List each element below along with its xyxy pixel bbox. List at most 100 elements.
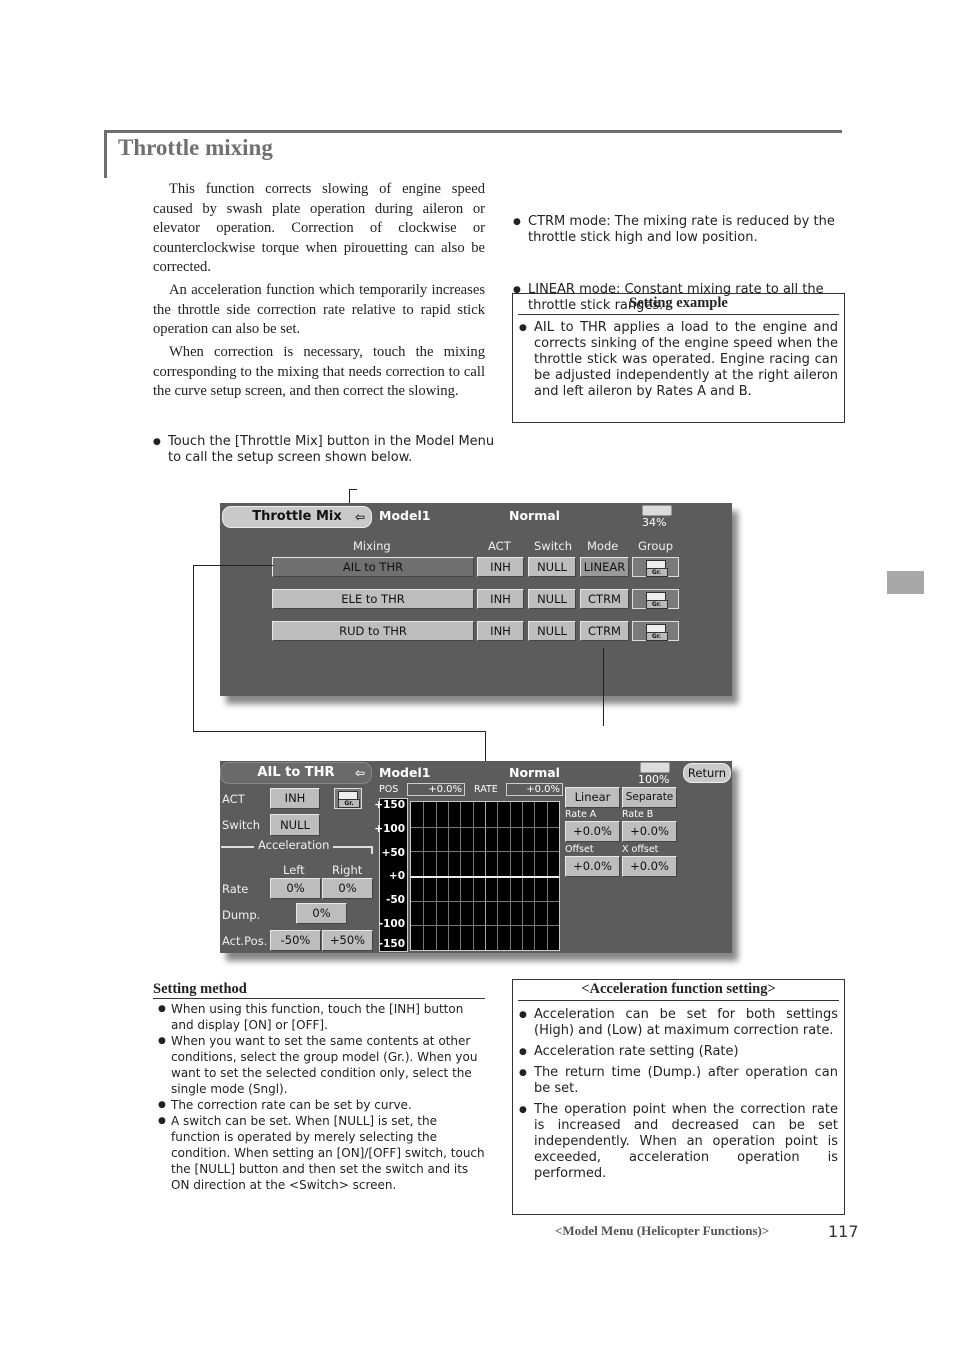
setting-method-item: When using this function, touch the [INH… — [158, 1001, 488, 1033]
right-label: Right — [332, 863, 363, 877]
mode-ctrm-text: CTRM mode: The mixing rate is reduced by… — [513, 214, 860, 246]
mode-button[interactable]: CTRM — [580, 589, 629, 609]
setting-method-item: A switch can be set. When [NULL] is set,… — [158, 1113, 488, 1193]
throttle-mix-screen: Throttle Mix ⇦ Model1 Normal 34% Mixing … — [220, 503, 732, 696]
return-button[interactable]: Return — [683, 763, 731, 783]
y-tick: +150 — [374, 799, 405, 811]
y-tick: -150 — [378, 938, 405, 950]
switch-button[interactable]: NULL — [528, 557, 576, 577]
curve-type-button[interactable]: Linear — [565, 787, 620, 808]
group-folder-icon: Gr. — [645, 624, 668, 641]
switch-button[interactable]: NULL — [528, 621, 576, 641]
actpos-label: Act.Pos. — [222, 934, 268, 948]
connector-line — [193, 565, 273, 566]
rate-header-label: RATE — [474, 784, 498, 795]
accel-setting-item: The return time (Dump.) after operation … — [519, 1065, 838, 1097]
rate-b-label: Rate B — [622, 809, 654, 820]
accel-setting-item: Acceleration can be set for both setting… — [519, 1007, 838, 1039]
mode-button[interactable]: LINEAR — [580, 557, 629, 577]
y-axis: +150 +100 +50 +0 -50 -100 -150 — [374, 798, 408, 952]
group-folder-icon: Gr. — [338, 791, 360, 808]
rate-right-button[interactable]: 0% — [322, 878, 373, 899]
dump-label: Dump. — [222, 908, 261, 922]
condition-name: Normal — [509, 508, 560, 523]
switch-button[interactable]: NULL — [270, 814, 320, 836]
setting-example-title: Setting example — [518, 294, 839, 315]
setting-example-box: Setting example AIL to THR applies a loa… — [512, 293, 845, 423]
intro-paragraph-3: When correction is necessary, touch the … — [153, 344, 485, 399]
rate-left-button[interactable]: 0% — [270, 878, 321, 899]
act-button[interactable]: INH — [477, 589, 524, 609]
group-button[interactable]: Gr. — [632, 557, 679, 577]
group-button[interactable]: Gr. — [632, 621, 679, 641]
battery-percent: 34% — [642, 516, 667, 529]
grid-line-horizontal — [411, 901, 559, 902]
throttle-mix-menu-button[interactable]: Throttle Mix ⇦ — [222, 506, 372, 528]
act-button[interactable]: INH — [477, 621, 524, 641]
connector-line — [485, 731, 486, 761]
accel-setting-item: The operation point when the correction … — [519, 1102, 838, 1182]
callout-line — [349, 489, 357, 490]
rate-b-button[interactable]: +0.0% — [622, 821, 677, 842]
curve-graph[interactable] — [410, 801, 560, 951]
battery-icon — [642, 505, 672, 516]
intro-paragraph-2: An acceleration function which temporari… — [153, 282, 485, 337]
switch-button[interactable]: NULL — [528, 589, 576, 609]
x-offset-label: X offset — [622, 844, 659, 855]
x-offset-button[interactable]: +0.0% — [622, 856, 677, 877]
header-group: Group — [638, 539, 674, 553]
setting-method-title: Setting method — [153, 981, 485, 999]
menu-button-label: Throttle Mix — [252, 509, 342, 524]
act-label: ACT — [222, 792, 245, 806]
rate-a-button[interactable]: +0.0% — [565, 821, 620, 842]
mixing-button-ail[interactable]: AIL to THR — [272, 557, 474, 577]
act-button[interactable]: INH — [270, 788, 320, 809]
actpos-left-button[interactable]: -50% — [270, 930, 321, 951]
page-title: Throttle mixing — [118, 135, 273, 160]
return-icon: ⇦ — [354, 510, 365, 524]
grid-line-horizontal — [411, 925, 559, 926]
setting-method-list: When using this function, touch the [INH… — [158, 1001, 488, 1193]
group-button[interactable]: Gr. — [632, 589, 679, 609]
group-folder-icon: Gr. — [645, 560, 668, 577]
y-tick: +100 — [374, 823, 405, 835]
rate-header-value: +0.0% — [506, 783, 563, 796]
setting-method-item: The correction rate can be set by curve. — [158, 1097, 488, 1113]
instruction-text: Touch the [Throttle Mix] button in the M… — [153, 434, 500, 466]
y-tick: +50 — [381, 847, 405, 859]
dump-button[interactable]: 0% — [296, 903, 347, 924]
acceleration-label: Acceleration — [254, 838, 334, 852]
intro-paragraph-1: This function corrects slowing of engine… — [153, 181, 485, 275]
footer-section: <Model Menu (Helicopter Functions)> — [555, 1223, 770, 1238]
rate-label: Rate — [222, 882, 249, 896]
pos-label: POS — [379, 784, 399, 795]
menu-button-label: AIL to THR — [257, 765, 335, 780]
condition-name: Normal — [509, 765, 560, 780]
grid-line-horizontal — [411, 851, 559, 852]
act-button[interactable]: INH — [477, 557, 524, 577]
section-tab — [887, 571, 924, 594]
y-tick: -100 — [378, 918, 405, 930]
pos-value: +0.0% — [407, 783, 465, 796]
header-mode: Mode — [587, 539, 619, 553]
actpos-right-button[interactable]: +50% — [322, 930, 373, 951]
header-switch: Switch — [534, 539, 573, 553]
model-name: Model1 — [379, 765, 431, 780]
mode-button[interactable]: CTRM — [580, 621, 629, 641]
separate-button[interactable]: Separate — [622, 787, 677, 808]
accel-setting-title: <Acceleration function setting> — [518, 980, 839, 1001]
battery-icon — [640, 762, 670, 773]
mixing-button-rud[interactable]: RUD to THR — [272, 621, 474, 641]
setting-method-item: When you want to set the same contents a… — [158, 1033, 488, 1097]
group-button[interactable]: Gr. — [334, 788, 362, 809]
grid-line-horizontal — [411, 827, 559, 828]
connector-line — [193, 731, 485, 732]
offset-button[interactable]: +0.0% — [565, 856, 620, 877]
mixing-button-ele[interactable]: ELE to THR — [272, 589, 474, 609]
accel-setting-box: <Acceleration function setting> Accelera… — [512, 979, 845, 1215]
rate-a-label: Rate A — [565, 809, 597, 820]
ail-to-thr-menu-button[interactable]: AIL to THR ⇦ — [220, 762, 372, 784]
header-act: ACT — [488, 539, 511, 553]
y-tick: -50 — [386, 894, 405, 906]
model-name: Model1 — [379, 508, 431, 523]
